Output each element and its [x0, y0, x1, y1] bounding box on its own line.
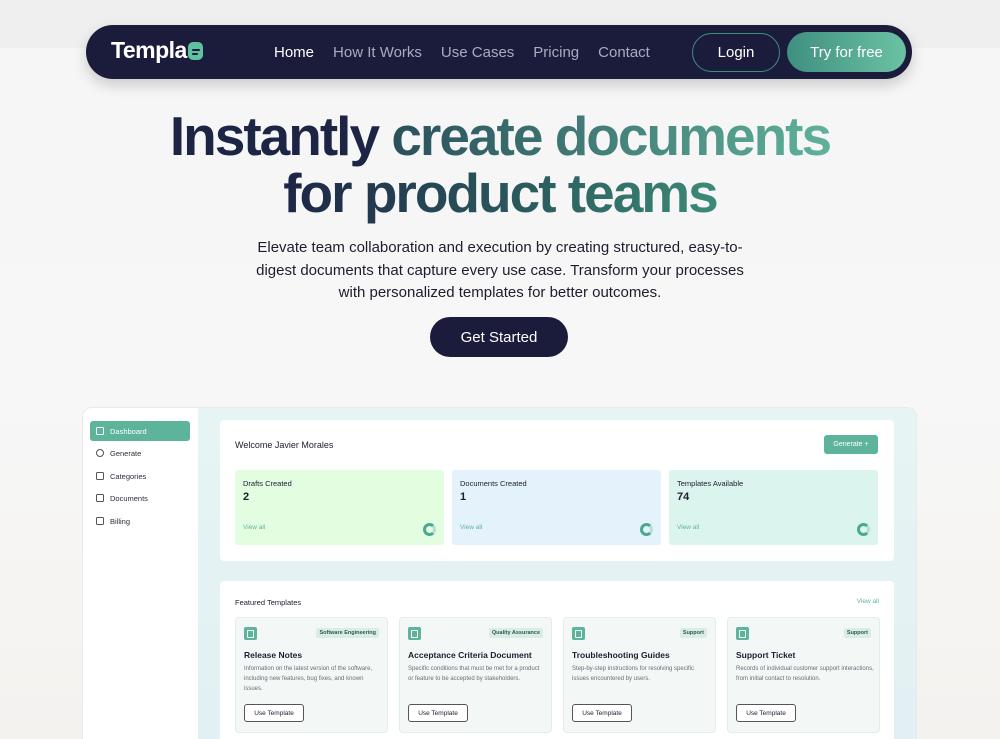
stat-card-templates: Templates Available 74 View all — [669, 470, 878, 545]
nav-link-pricing[interactable]: Pricing — [533, 44, 579, 61]
template-tag: Support — [679, 628, 707, 638]
overview-card: Welcome Javier Morales Generate + Drafts… — [220, 420, 894, 561]
view-all-link[interactable]: View all — [243, 524, 265, 531]
template-name: Acceptance Criteria Document — [408, 650, 532, 660]
featured-templates-title: Featured Templates — [235, 598, 302, 607]
stat-card-documents: Documents Created 1 View all — [452, 470, 661, 545]
stat-value: 74 — [677, 491, 690, 503]
template-card: Software Engineering Release Notes Infor… — [235, 617, 388, 733]
sidebar-item-label: Billing — [110, 516, 131, 526]
welcome-heading: Welcome Javier Morales — [235, 440, 334, 450]
sidebar-item-dashboard[interactable]: Dashboard — [90, 421, 190, 441]
hero-title-part2: create documents — [391, 105, 832, 167]
stat-value: 2 — [243, 491, 250, 503]
donut-icon — [640, 523, 653, 536]
use-template-button[interactable]: Use Template — [572, 704, 632, 722]
grid-icon — [96, 427, 104, 435]
template-description: Specific conditions that must be met for… — [408, 666, 540, 682]
dashboard-sidebar: Dashboard Generate Categories Documents … — [83, 408, 198, 739]
logo-document-icon — [187, 41, 203, 60]
donut-icon — [423, 523, 436, 536]
stat-label: Documents Created — [460, 479, 527, 488]
sidebar-item-label: Documents — [110, 493, 148, 503]
template-name: Troubleshooting Guides — [572, 650, 670, 660]
navbar: Templa Home How It Works Use Cases Prici… — [86, 25, 912, 79]
view-all-link[interactable]: View all — [460, 524, 482, 531]
nav-link-how-it-works[interactable]: How It Works — [333, 44, 422, 61]
template-tag: Support — [843, 628, 871, 638]
login-button[interactable]: Login — [692, 33, 780, 72]
template-name: Release Notes — [244, 650, 303, 660]
use-template-button[interactable]: Use Template — [408, 704, 468, 722]
donut-icon — [857, 523, 870, 536]
featured-view-all-link[interactable]: View all — [857, 598, 879, 605]
sidebar-item-documents[interactable]: Documents — [90, 488, 190, 508]
logo[interactable]: Templa — [111, 37, 203, 64]
stat-card-drafts: Drafts Created 2 View all — [235, 470, 444, 545]
logo-text: Templa — [111, 37, 187, 63]
template-tag: Quality Assurance — [488, 628, 543, 638]
get-started-button[interactable]: Get Started — [430, 317, 568, 357]
sidebar-item-generate[interactable]: Generate — [90, 443, 190, 463]
template-card: Support Troubleshooting Guides Step-by-s… — [563, 617, 716, 733]
use-template-button[interactable]: Use Template — [244, 704, 304, 722]
sparkle-icon — [96, 449, 104, 457]
generate-button[interactable]: Generate + — [824, 435, 878, 454]
template-card: Support Support Ticket Records of indivi… — [727, 617, 880, 733]
sidebar-item-label: Generate — [110, 448, 142, 458]
template-card: Quality Assurance Acceptance Criteria Do… — [399, 617, 552, 733]
hero-title: Instantly create documents for product t… — [0, 108, 1000, 222]
template-description: Step-by-step instructions for resolving … — [572, 666, 695, 682]
sidebar-item-categories[interactable]: Categories — [90, 466, 190, 486]
nav-link-use-cases[interactable]: Use Cases — [441, 44, 514, 61]
view-all-link[interactable]: View all — [677, 524, 699, 531]
featured-templates-card: Featured Templates View all Software Eng… — [220, 581, 894, 739]
template-tag: Software Engineering — [316, 628, 379, 638]
try-for-free-button[interactable]: Try for free — [787, 32, 906, 72]
template-description: Records of individual customer support i… — [736, 666, 874, 682]
copy-icon — [736, 627, 749, 640]
hero-subtitle: Elevate team collaboration and execution… — [256, 239, 744, 301]
folder-icon — [96, 494, 104, 502]
template-description: Information on the latest version of the… — [244, 666, 373, 692]
hero-title-part1: Instantly — [169, 105, 392, 167]
copy-icon — [244, 627, 257, 640]
stat-value: 1 — [460, 491, 467, 503]
stat-label: Drafts Created — [243, 479, 292, 488]
hero-title-line2: for product teams — [283, 162, 719, 224]
dashboard-preview: Dashboard Generate Categories Documents … — [83, 408, 916, 739]
sidebar-item-label: Categories — [110, 471, 147, 481]
nav-link-contact[interactable]: Contact — [598, 44, 650, 61]
use-template-button[interactable]: Use Template — [736, 704, 796, 722]
sidebar-item-label: Dashboard — [110, 426, 147, 436]
nav-links: Home How It Works Use Cases Pricing Cont… — [274, 25, 669, 79]
template-name: Support Ticket — [736, 650, 796, 660]
sidebar-item-billing[interactable]: Billing — [90, 511, 190, 531]
stat-label: Templates Available — [677, 479, 744, 488]
columns-icon — [96, 472, 104, 480]
copy-icon — [408, 627, 421, 640]
nav-link-home[interactable]: Home — [274, 44, 314, 61]
copy-icon — [572, 627, 585, 640]
card-icon — [96, 517, 104, 525]
